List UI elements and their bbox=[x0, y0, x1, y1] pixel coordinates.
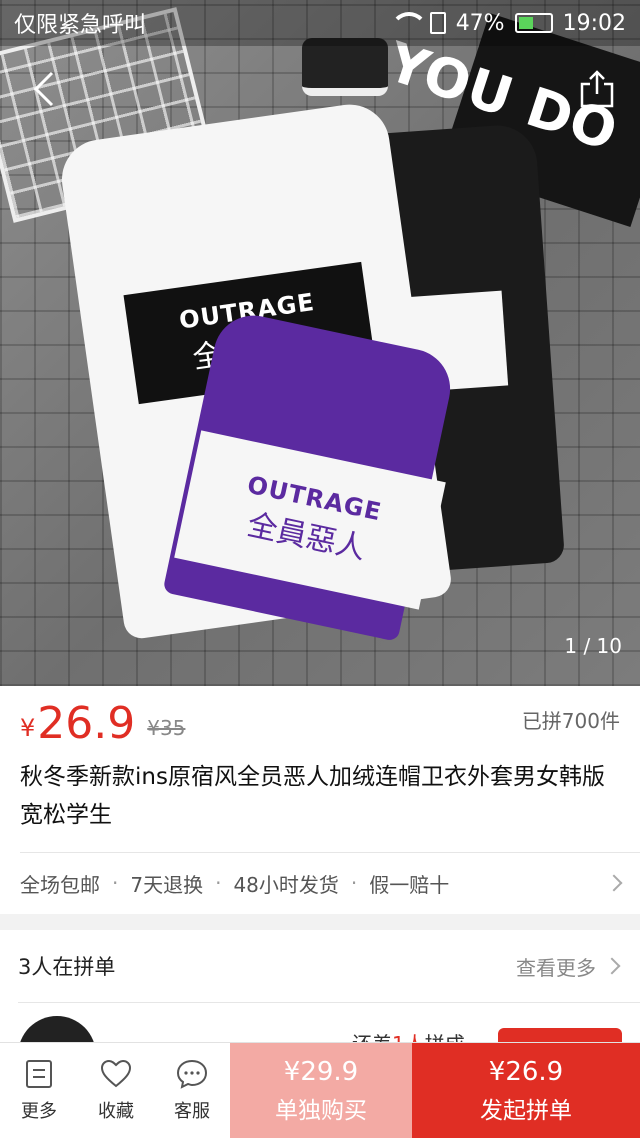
sim-icon bbox=[429, 12, 446, 34]
document-icon bbox=[26, 1059, 52, 1088]
more-label: 更多 bbox=[21, 1100, 57, 1122]
chevron-left-icon bbox=[33, 71, 54, 107]
favorite-button[interactable]: 收藏 bbox=[78, 1043, 154, 1138]
product-title: 秋冬季新款ins原宿风全员恶人加绒连帽卫衣外套男女韩版宽松学生 bbox=[20, 764, 605, 828]
favorite-label: 收藏 bbox=[98, 1100, 134, 1122]
start-group-buy-button[interactable]: ¥26.9 发起拼单 bbox=[412, 1043, 640, 1138]
heart-icon bbox=[100, 1059, 132, 1087]
share-icon bbox=[580, 70, 614, 108]
status-bar: 仅限紧急呼叫 47% 19:02 bbox=[0, 0, 640, 46]
product-image-gallery[interactable]: YOU DO OUTRAGE 全員惡人 OUTRAGE 全員惡人 仅限紧急呼叫 … bbox=[0, 0, 640, 686]
battery-fill bbox=[518, 17, 533, 29]
view-more-link[interactable]: 查看更多 bbox=[516, 952, 621, 981]
separator-dot: · bbox=[112, 871, 119, 895]
solo-label: 单独购买 bbox=[275, 1097, 367, 1124]
chevron-right-icon bbox=[605, 874, 623, 892]
original-price: ¥35 bbox=[147, 716, 186, 740]
group-price: ¥26.9 bbox=[488, 1056, 564, 1087]
group-title: 3人在拼单 bbox=[18, 955, 116, 979]
product-info: ¥ 26.9 ¥35 已拼700件 秋冬季新款ins原宿风全员恶人加绒连帽卫衣外… bbox=[0, 686, 640, 914]
wifi-icon bbox=[389, 12, 428, 34]
guarantee-authentic: 假一赔十 bbox=[369, 872, 450, 897]
price-symbol: ¥ bbox=[20, 714, 36, 742]
image-page-indicator: 1 / 10 bbox=[564, 634, 622, 658]
customer-service-button[interactable]: 客服 bbox=[154, 1043, 230, 1138]
more-button[interactable]: 更多 bbox=[0, 1043, 78, 1138]
battery-percent: 47% bbox=[455, 10, 505, 36]
guarantee-free-shipping: 全场包邮 bbox=[20, 872, 100, 897]
chat-bubble-icon bbox=[176, 1059, 208, 1089]
clock: 19:02 bbox=[562, 10, 626, 36]
back-button[interactable] bbox=[16, 62, 70, 116]
battery-icon bbox=[514, 13, 553, 33]
group-header: 3人在拼单 查看更多 bbox=[18, 930, 621, 1002]
decor-shoe bbox=[302, 38, 388, 96]
chevron-right-icon bbox=[603, 957, 621, 975]
divider bbox=[18, 1002, 640, 1003]
carrier-text: 仅限紧急呼叫 bbox=[14, 13, 147, 38]
guarantee-returns: 7天退换 bbox=[130, 872, 204, 897]
price: 26.9 bbox=[37, 698, 136, 749]
group-label: 发起拼单 bbox=[480, 1097, 572, 1124]
service-label: 客服 bbox=[174, 1100, 210, 1122]
sold-count: 已拼700件 bbox=[521, 709, 620, 733]
guarantee-row[interactable]: 全场包邮 · 7天退换 · 48小时发货 · 假一赔十 bbox=[20, 852, 623, 914]
share-button[interactable] bbox=[570, 62, 624, 116]
buy-solo-button[interactable]: ¥29.9 单独购买 bbox=[230, 1043, 412, 1138]
separator-dot: · bbox=[215, 871, 222, 895]
guarantee-shipping-time: 48小时发货 bbox=[233, 872, 339, 897]
price-row: ¥ 26.9 ¥35 已拼700件 bbox=[20, 696, 620, 748]
separator-dot: · bbox=[350, 871, 358, 895]
bottom-action-bar: 更多 收藏 客服 ¥29.9 单独购买 ¥26.9 发起拼单 bbox=[0, 1042, 640, 1138]
view-more-label: 查看更多 bbox=[516, 955, 596, 980]
solo-price: ¥29.9 bbox=[283, 1056, 359, 1087]
